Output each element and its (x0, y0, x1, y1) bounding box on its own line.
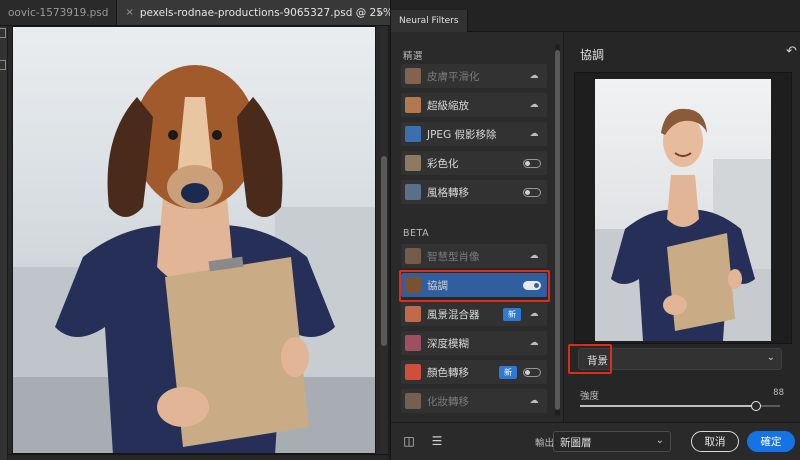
filter-item[interactable]: 風格轉移 (401, 180, 547, 204)
filter-thumbnail (405, 364, 421, 380)
preview-frame (574, 72, 792, 344)
filter-thumbnail (405, 335, 421, 351)
filter-toggle[interactable] (523, 280, 541, 290)
double-chevron-right-icon[interactable]: » (372, 5, 388, 21)
chevron-down-icon: ⌄ (655, 435, 664, 446)
filter-label: 超級縮放 (427, 99, 469, 112)
toggle-knob (525, 160, 530, 166)
filter-label: 協調 (427, 279, 448, 292)
tool-mark[interactable] (0, 28, 6, 38)
filter-item[interactable]: 智慧型肖像 ☁ (401, 244, 547, 268)
filter-list: 精選 皮膚平滑化 ☁ 超級縮放 ☁ JPEG 假影移除 ☁ 彩色化風格轉移 BETA 智慧型… (391, 32, 563, 422)
cloud-download-icon[interactable]: ☁ (527, 71, 541, 81)
preview-image (595, 79, 771, 341)
output-select[interactable]: 新圖層 ⌄ (553, 431, 671, 452)
filter-toggle[interactable] (523, 187, 541, 197)
filter-item[interactable]: 化妝轉移 ☁ (401, 389, 547, 413)
panel-title-tab[interactable]: Neural Filters (391, 10, 468, 32)
filter-label: 深度模糊 (427, 337, 469, 350)
tool-strip (0, 0, 8, 460)
filter-toggle[interactable] (523, 158, 541, 168)
filter-item[interactable]: JPEG 假影移除 ☁ (401, 122, 547, 146)
slider-fill (580, 405, 756, 407)
filter-item[interactable]: 顏色轉移 新 (401, 360, 547, 384)
filter-label: 風格轉移 (427, 186, 469, 199)
status-bar (8, 454, 388, 460)
document-tab-inactive[interactable]: oovic-1573919.psd (0, 0, 118, 25)
filter-thumbnail (405, 393, 421, 409)
filter-label: 皮膚平滑化 (427, 70, 480, 83)
filter-item[interactable]: 風景混合器 新 ☁ (401, 302, 547, 326)
artwork-illustration (13, 65, 375, 453)
strength-value: 88 (773, 388, 784, 398)
reset-arrow-icon[interactable]: ↶ (786, 44, 797, 59)
filter-label: 顏色轉移 (427, 366, 469, 379)
filter-label: JPEG 假影移除 (427, 128, 497, 141)
output-label: 輸出 (535, 438, 555, 449)
strength-slider[interactable] (580, 401, 780, 411)
filter-thumbnail (405, 126, 421, 142)
filter-thumbnail (405, 184, 421, 200)
filter-item[interactable]: 彩色化 (401, 151, 547, 175)
cloud-download-icon[interactable]: ☁ (527, 309, 541, 319)
filter-item[interactable]: 皮膚平滑化 ☁ (401, 64, 547, 88)
filter-detail-pane: 協調 ↶ 背景 ⌄ 強度 88 (563, 32, 800, 422)
section-label-beta: BETA (403, 228, 430, 239)
filter-label: 彩色化 (427, 157, 459, 170)
filter-list-scrollbar[interactable] (555, 44, 560, 416)
cancel-button[interactable]: 取消 (691, 431, 739, 452)
new-badge: 新 (499, 365, 517, 379)
cloud-download-icon[interactable]: ☁ (527, 338, 541, 348)
cloud-download-icon[interactable]: ☁ (527, 129, 541, 139)
tool-mark[interactable] (0, 60, 6, 70)
canvas-vertical-scrollbar[interactable] (380, 26, 388, 454)
ok-button[interactable]: 確定 (747, 431, 795, 452)
artwork-image (12, 26, 376, 454)
preview-illustration (595, 108, 771, 341)
layers-icon[interactable]: ☰ (429, 433, 445, 449)
filter-title: 協調 (580, 48, 605, 62)
compare-split-icon[interactable]: ◫ (401, 433, 417, 449)
panel-header: Neural Filters (391, 0, 800, 32)
panel-bottom-bar: ◫ ☰ 輸出 新圖層 ⌄ 取消 確定 (391, 422, 800, 460)
cloud-download-icon[interactable]: ☁ (527, 251, 541, 261)
filter-thumbnail (405, 248, 421, 264)
filter-label: 智慧型肖像 (427, 250, 480, 263)
dropdown-label: 背景 (587, 355, 608, 367)
output-value: 新圖層 (560, 437, 592, 449)
filter-item[interactable]: 超級縮放 ☁ (401, 93, 547, 117)
scrollbar-thumb[interactable] (555, 50, 560, 410)
filter-thumbnail (405, 155, 421, 171)
filter-thumbnail (405, 97, 421, 113)
slider-knob[interactable] (751, 401, 761, 411)
chevron-down-icon: ⌄ (766, 352, 775, 363)
filter-toggle[interactable] (523, 367, 541, 377)
filter-label: 風景混合器 (427, 308, 480, 321)
neural-filters-panel: Neural Filters 精選 皮膚平滑化 ☁ 超級縮放 ☁ JPEG 假影移除 ☁ 彩… (390, 0, 800, 460)
close-tab-icon[interactable]: × (125, 7, 133, 18)
filter-thumbnail (405, 277, 421, 293)
background-layer-dropdown[interactable]: 背景 ⌄ (578, 348, 782, 370)
filter-thumbnail (405, 306, 421, 322)
document-tab-bar: oovic-1573919.psd × pexels-rodnae-produc… (0, 0, 493, 26)
filter-item[interactable]: 協調 (401, 273, 547, 297)
filter-label: 化妝轉移 (427, 395, 469, 408)
filter-item[interactable]: 深度模糊 ☁ (401, 331, 547, 355)
filter-thumbnail (405, 68, 421, 84)
document-canvas[interactable] (8, 26, 380, 454)
cloud-download-icon[interactable]: ☁ (527, 396, 541, 406)
toggle-knob (534, 282, 539, 288)
toggle-knob (525, 369, 530, 375)
section-label-featured: 精選 (403, 51, 424, 62)
toggle-knob (525, 189, 530, 195)
new-badge: 新 (503, 307, 521, 321)
cloud-download-icon[interactable]: ☁ (527, 100, 541, 110)
strength-label: 強度 (580, 391, 600, 402)
scrollbar-thumb[interactable] (381, 156, 387, 346)
